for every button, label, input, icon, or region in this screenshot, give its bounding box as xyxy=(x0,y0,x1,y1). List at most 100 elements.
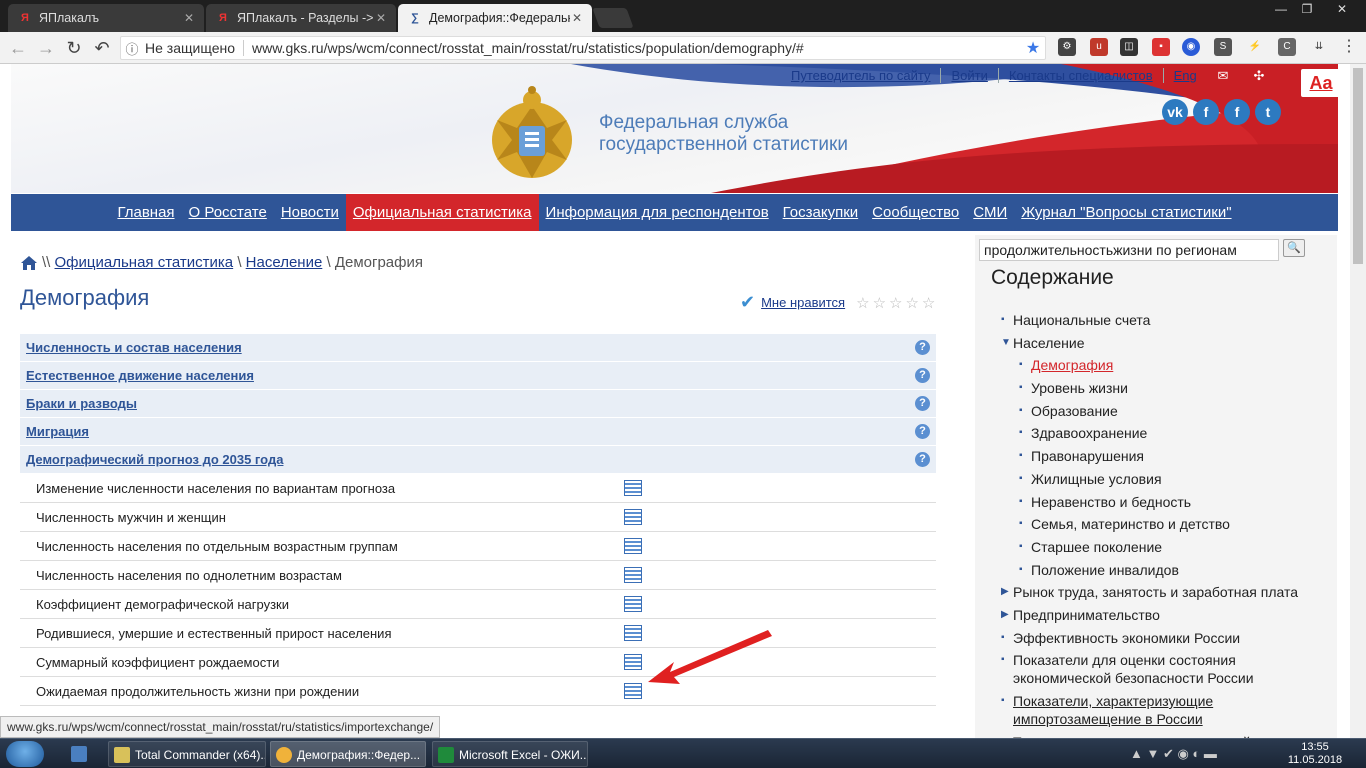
toc-item[interactable]: ▼ Население xyxy=(999,334,1334,352)
bolt-icon[interactable]: ⚡ xyxy=(1246,38,1264,56)
nav-about[interactable]: О Росстате xyxy=(182,194,274,231)
section-row[interactable]: Миграция? xyxy=(20,418,936,446)
extension-icon[interactable]: ▪ xyxy=(1152,38,1170,56)
help-icon[interactable]: ? xyxy=(915,396,930,411)
star-rating-icon[interactable]: ☆ xyxy=(922,294,935,312)
toc-item[interactable]: ▪ Показатели для оценки состояния экономи… xyxy=(999,651,1334,687)
taskbar-item[interactable]: Total Commander (x64)... xyxy=(108,741,266,767)
browser-tab[interactable]: Я ЯПлакалъ ✕ xyxy=(8,4,204,32)
toc-item-label[interactable]: Правонарушения xyxy=(1031,448,1144,464)
tray-icons[interactable]: ▲ ▼ ✔ ◉ ◐ ▬ xyxy=(1130,741,1250,767)
taskbar-item[interactable]: Microsoft Excel - ОЖИ... xyxy=(432,741,588,767)
section-link[interactable]: Миграция xyxy=(26,424,89,439)
bookmark-star-icon[interactable]: ★ xyxy=(1021,38,1045,58)
toc-item-label[interactable]: Уровень жизни xyxy=(1031,380,1128,396)
start-button[interactable] xyxy=(6,741,44,767)
toc-item[interactable]: ▪ Положение инвалидов xyxy=(1017,561,1334,579)
close-tab-icon[interactable]: ✕ xyxy=(374,11,388,25)
vertical-scrollbar[interactable] xyxy=(1350,64,1366,738)
s-extension-icon[interactable]: S xyxy=(1214,38,1232,56)
taskbar-item-active[interactable]: Демография::Федер... xyxy=(270,741,426,767)
like-link[interactable]: Мне нравится xyxy=(761,295,845,310)
help-icon[interactable]: ? xyxy=(915,424,930,439)
contacts-link[interactable]: Контакты специалистов xyxy=(999,68,1164,83)
nav-official-statistics[interactable]: Официальная статистика xyxy=(345,194,539,231)
toc-item-label[interactable]: Показатели для оценки состояния экономич… xyxy=(1013,652,1254,686)
sitemap-icon[interactable]: ✣ xyxy=(1249,68,1269,86)
nav-home[interactable]: Главная xyxy=(110,194,181,231)
table-icon[interactable] xyxy=(624,509,642,525)
toc-item-label[interactable]: Показатели, характеризующие импортозамещ… xyxy=(1013,693,1213,727)
section-link[interactable]: Браки и разводы xyxy=(26,396,137,411)
section-link[interactable]: Численность и состав населения xyxy=(26,340,242,355)
toc-item[interactable]: ▪ Демография xyxy=(1017,356,1334,374)
toc-item-label[interactable]: Семья, материнство и детство xyxy=(1031,516,1230,532)
breadcrumb-official-statistics[interactable]: Официальная статистика xyxy=(55,254,234,271)
reload-icon[interactable]: ↻ xyxy=(62,36,86,60)
toc-item-label[interactable]: Население xyxy=(1013,335,1085,351)
toc-item-label[interactable]: Положение инвалидов xyxy=(1031,562,1179,578)
font-size-button[interactable]: Aa xyxy=(1301,69,1338,97)
menu-icon[interactable]: ⋮ xyxy=(1340,38,1358,56)
emblem-logo[interactable] xyxy=(487,80,577,184)
toc-item[interactable]: ▪ Жилищные условия xyxy=(1017,470,1334,488)
table-icon[interactable] xyxy=(624,596,642,612)
toc-item-label[interactable]: Рынок труда, занятость и заработная плат… xyxy=(1013,584,1298,600)
toc-item[interactable]: ▪ Правонарушения xyxy=(1017,447,1334,465)
info-icon[interactable]: ⓘ xyxy=(121,39,143,58)
toc-item-label[interactable]: Жилищные условия xyxy=(1031,471,1162,487)
download-icon[interactable]: ⇊ xyxy=(1310,38,1328,56)
mail-icon[interactable]: ✉ xyxy=(1213,68,1233,86)
toc-item-label[interactable]: Образование xyxy=(1031,403,1118,419)
toc-item-label[interactable]: Национальные счета xyxy=(1013,312,1150,328)
toc-item[interactable]: ▶ Рынок труда, занятость и заработная пла… xyxy=(999,583,1334,601)
section-row[interactable]: Численность и состав населения? xyxy=(20,334,936,362)
explorer-icon[interactable] xyxy=(66,741,96,767)
search-icon[interactable]: 🔍 xyxy=(1283,239,1305,257)
nav-journal[interactable]: Журнал "Вопросы статистики" xyxy=(1014,194,1238,231)
url-text[interactable]: www.gks.ru/wps/wcm/connect/rosstat_main/… xyxy=(252,40,1021,56)
table-icon[interactable] xyxy=(624,480,642,496)
toc-item-label[interactable]: Эффективность экономики России xyxy=(1013,630,1240,646)
scrollbar-thumb[interactable] xyxy=(1353,68,1363,264)
section-row[interactable]: Браки и разводы? xyxy=(20,390,936,418)
star-rating-icon[interactable]: ☆ xyxy=(889,294,902,312)
nav-community[interactable]: Сообщество xyxy=(865,194,966,231)
toc-item[interactable]: ▪ Образование xyxy=(1017,402,1334,420)
toc-item[interactable]: ▪ Неравенство и бедность xyxy=(1017,493,1334,511)
toc-item[interactable]: ▪ Уровень жизни xyxy=(1017,379,1334,397)
nav-news[interactable]: Новости xyxy=(274,194,346,231)
close-tab-icon[interactable]: ✕ xyxy=(570,11,584,25)
home-icon[interactable] xyxy=(20,255,38,271)
section-link[interactable]: Естественное движение населения xyxy=(26,368,254,383)
ublock-icon[interactable]: u xyxy=(1090,38,1108,56)
new-tab-button[interactable] xyxy=(592,8,634,28)
section-row[interactable]: Естественное движение населения? xyxy=(20,362,936,390)
toc-item[interactable]: ▶ Предпринимательство xyxy=(999,606,1334,624)
browser-tab-active[interactable]: ∑ Демография::Федеральна ✕ xyxy=(398,4,592,32)
toc-item[interactable]: ▪ Эффективность экономики России xyxy=(999,629,1334,647)
nav-media[interactable]: СМИ xyxy=(966,194,1014,231)
close-tab-icon[interactable]: ✕ xyxy=(182,11,196,25)
help-icon[interactable]: ? xyxy=(915,452,930,467)
section-row[interactable]: Демографический прогноз до 2035 года? xyxy=(20,446,936,474)
extension-icon[interactable]: ◫ xyxy=(1120,38,1138,56)
clock[interactable]: 13:55 11.05.2018 xyxy=(1286,741,1344,767)
toc-item-label[interactable]: Предпринимательство xyxy=(1013,607,1160,623)
extension-icon[interactable]: ⚙ xyxy=(1058,38,1076,56)
minimize-icon[interactable]: — xyxy=(1268,0,1294,18)
toc-item[interactable]: ▪ Здравоохранение xyxy=(1017,424,1334,442)
table-icon[interactable] xyxy=(624,538,642,554)
search-input[interactable]: продолжительностьжизни по регионам xyxy=(979,239,1279,261)
star-rating-icon[interactable]: ☆ xyxy=(873,294,886,312)
breadcrumb-population[interactable]: Население xyxy=(246,254,323,271)
facebook-icon[interactable]: f xyxy=(1224,99,1250,125)
toc-item[interactable]: ▪ Показатели, характеризующие импортозаме… xyxy=(999,692,1334,728)
window-close-icon[interactable]: ✕ xyxy=(1322,0,1362,18)
site-guide-link[interactable]: Путеводитель по сайту xyxy=(781,68,942,83)
toc-item[interactable]: ▪ Старшее поколение xyxy=(1017,538,1334,556)
toc-item[interactable]: ▪ Национальные счета xyxy=(999,311,1334,329)
section-link[interactable]: Демографический прогноз до 2035 года xyxy=(26,452,283,467)
facebook-icon[interactable]: f xyxy=(1193,99,1219,125)
forward-icon[interactable]: → xyxy=(34,36,58,60)
